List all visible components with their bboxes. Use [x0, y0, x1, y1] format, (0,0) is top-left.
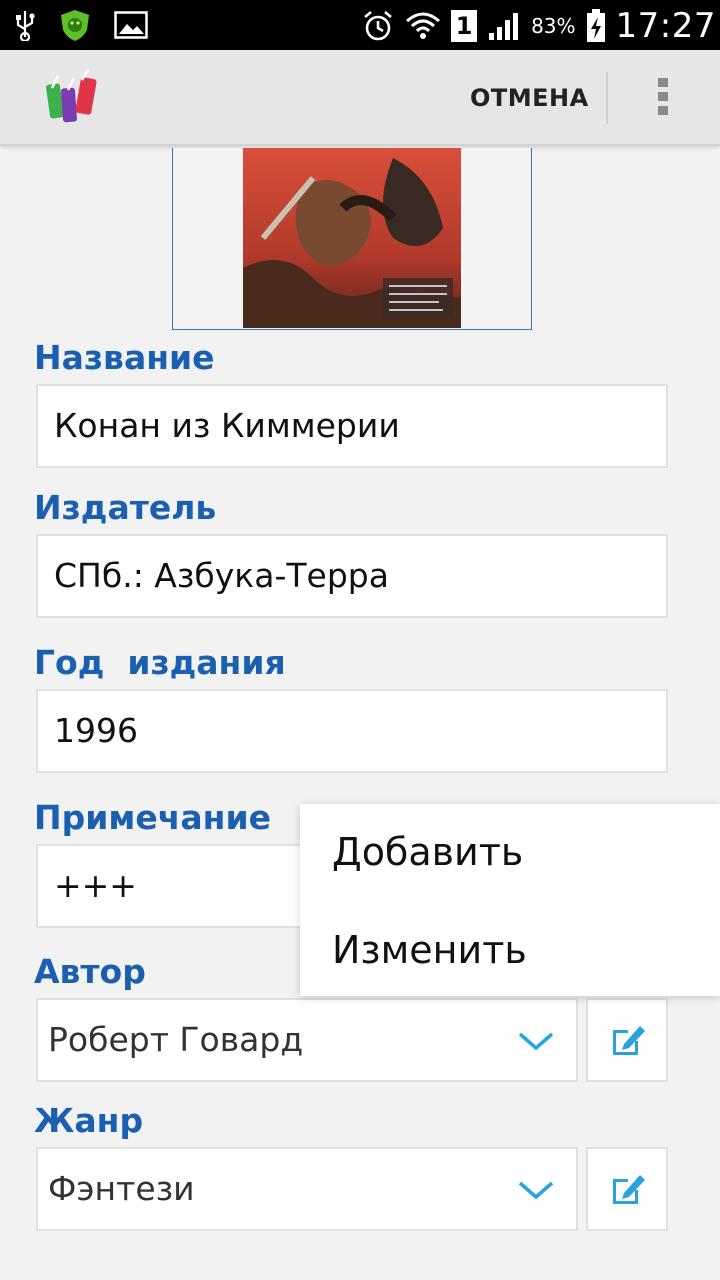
action-bar-divider: [606, 72, 608, 124]
edit-author-button[interactable]: [586, 998, 668, 1082]
menu-item-edit[interactable]: Изменить: [332, 928, 527, 972]
gallery-icon: [114, 11, 148, 39]
security-shield-icon: [61, 10, 89, 41]
alarm-icon: [364, 11, 392, 41]
publisher-label: Издатель: [34, 488, 217, 527]
edit-genre-button[interactable]: [586, 1147, 668, 1231]
note-label: Примечание: [34, 798, 271, 837]
battery-percent: 83%: [531, 14, 576, 38]
edit-icon: [613, 1175, 645, 1204]
author-label: Автор: [34, 952, 146, 991]
menu-item-add[interactable]: Добавить: [332, 830, 523, 874]
signal-icon: [489, 13, 519, 40]
edit-icon: [613, 1026, 645, 1055]
status-bar: 1 83% 17:27: [0, 0, 720, 50]
status-bar-system: 1 83% 17:27: [361, 6, 716, 46]
year-label: Год издания: [34, 643, 286, 682]
publisher-field[interactable]: СПб.: Азбука-Терра: [36, 534, 668, 618]
author-spinner-value: Роберт Говард: [48, 1020, 304, 1059]
title-label: Название: [34, 338, 215, 377]
overflow-menu-icon[interactable]: [648, 78, 678, 124]
cancel-button[interactable]: ОТМЕНА: [470, 78, 589, 118]
genre-spinner[interactable]: Фэнтези: [36, 1147, 578, 1231]
genre-spinner-value: Фэнтези: [48, 1169, 195, 1208]
books-logo-icon[interactable]: [44, 70, 102, 126]
clock: 17:27: [615, 6, 716, 46]
popup-menu: Добавить Изменить: [300, 804, 720, 996]
chevron-down-icon: [518, 1181, 554, 1200]
status-bar-notifications: [14, 8, 148, 42]
sim-1-icon: 1: [451, 10, 478, 42]
wifi-icon: [406, 12, 441, 39]
chevron-down-icon: [518, 1032, 554, 1051]
book-cover-frame[interactable]: [172, 148, 532, 330]
action-bar: ОТМЕНА: [0, 50, 720, 146]
author-spinner[interactable]: Роберт Говард: [36, 998, 578, 1082]
year-field[interactable]: 1996: [36, 689, 668, 773]
title-field[interactable]: Конан из Киммерии: [36, 384, 668, 468]
genre-label: Жанр: [34, 1101, 144, 1140]
book-cover-image: [243, 148, 461, 328]
usb-icon: [16, 11, 35, 41]
battery-charging-icon: [586, 9, 605, 42]
